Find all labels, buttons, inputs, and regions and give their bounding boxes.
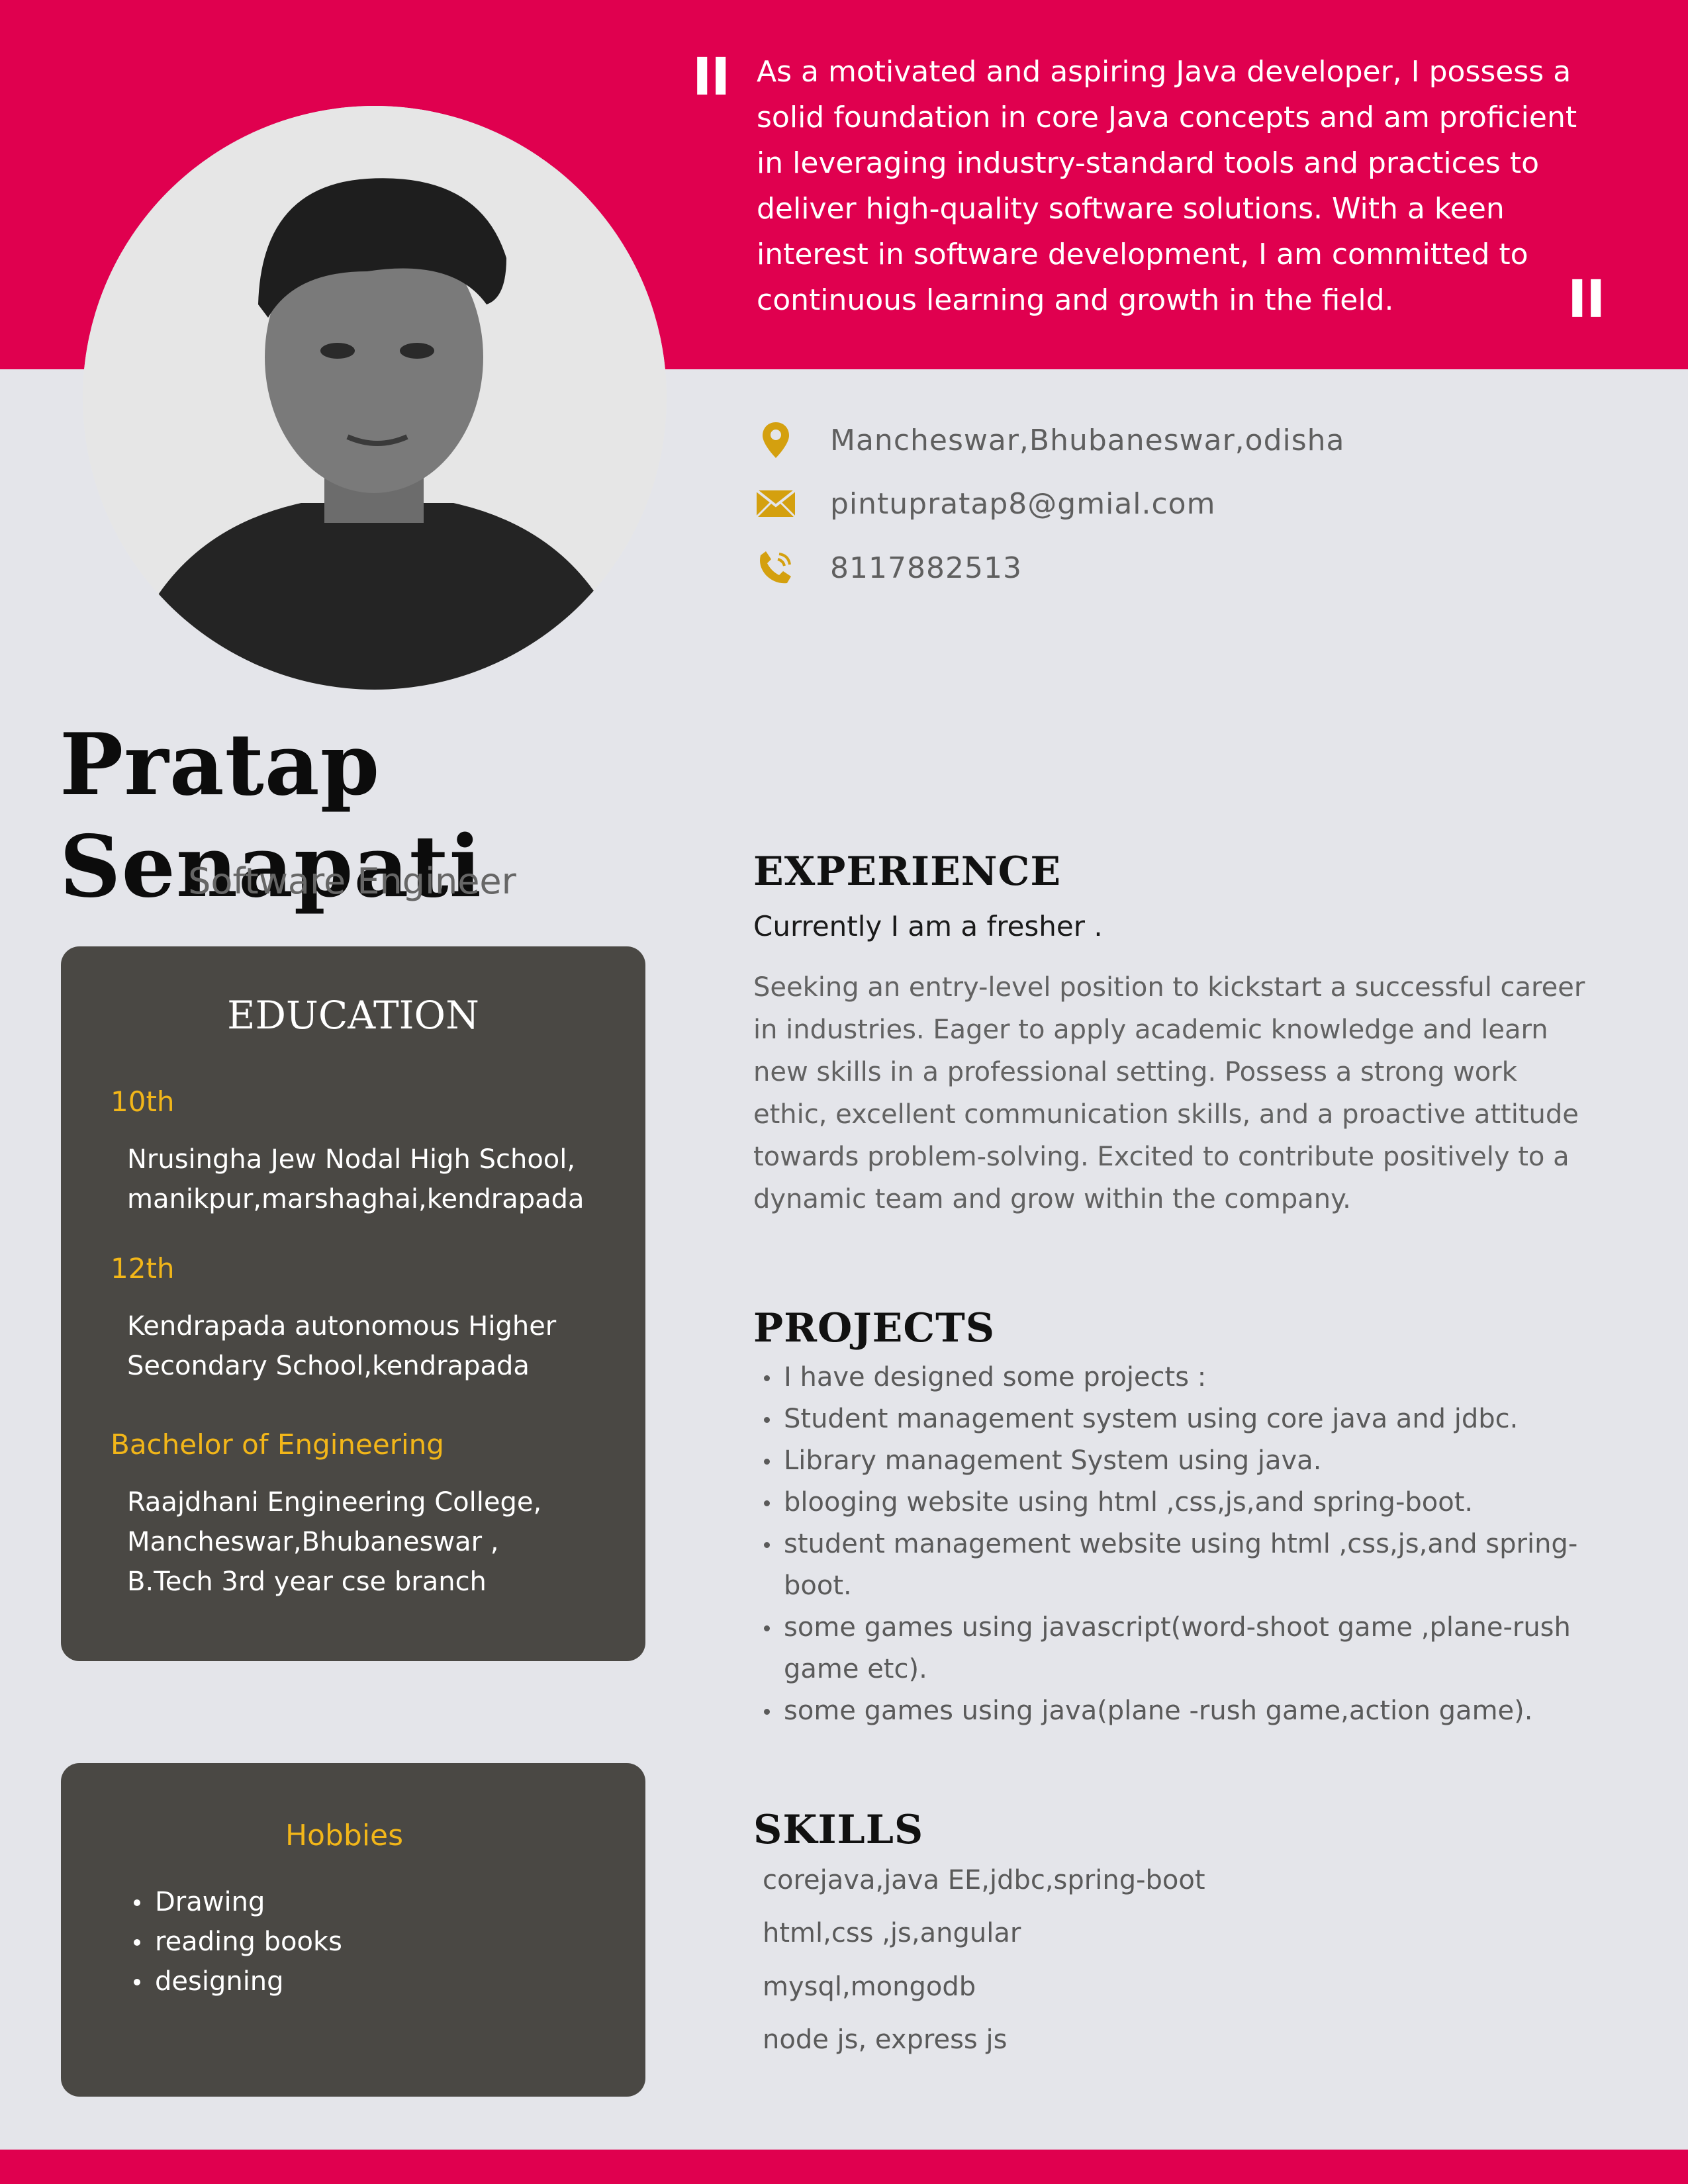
- education-line: manikpur,marshaghai,kendrapada: [127, 1184, 585, 1214]
- projects-title: PROJECTS: [753, 1305, 996, 1351]
- list-item: blooging website using html ,css,js,and …: [761, 1482, 1589, 1524]
- phone-icon: [755, 547, 797, 589]
- education-school: Nrusingha Jew Nodal High School, manikpu…: [127, 1140, 630, 1219]
- list-item: Student management system using core jav…: [761, 1398, 1589, 1440]
- experience-body: Seeking an entry-level position to kicks…: [753, 972, 1585, 1214]
- map-pin-icon: [755, 419, 797, 461]
- skill-item: corejava,java EE,jdbc,spring-boot: [763, 1865, 1205, 1895]
- list-item: student management website using html ,c…: [761, 1524, 1589, 1607]
- education-line: Secondary School,kendrapada: [127, 1351, 530, 1381]
- profile-photo: [83, 106, 667, 690]
- projects-list: I have designed some projects : Student …: [761, 1357, 1589, 1732]
- education-title: EDUCATION: [227, 993, 479, 1038]
- close-quote-icon: ": [1564, 251, 1609, 414]
- open-quote-icon: ": [688, 29, 734, 191]
- skill-item: node js, express js: [763, 2025, 1008, 2055]
- skills-title: SKILLS: [753, 1807, 924, 1853]
- job-title: Software Engineer: [188, 860, 516, 902]
- list-item: some games using javascript(word-shoot g…: [761, 1607, 1589, 1690]
- contact-email: pintupratap8@gmial.com: [755, 480, 1215, 527]
- experience-title: EXPERIENCE: [753, 848, 1062, 895]
- contact-phone: 8117882513: [755, 545, 1022, 591]
- education-line: Mancheswar,Bhubaneswar ,: [127, 1527, 499, 1557]
- list-item: designing: [134, 1962, 342, 2001]
- address-text: Mancheswar,Bhubaneswar,odisha: [830, 423, 1345, 457]
- skill-item: mysql,mongodb: [763, 1972, 976, 2002]
- education-line: Raajdhani Engineering College,: [127, 1487, 542, 1518]
- hobbies-title: Hobbies: [285, 1819, 404, 1852]
- footer-band: [0, 2150, 1688, 2184]
- list-item: Drawing: [134, 1882, 342, 1922]
- skill-item: html,css ,js,angular: [763, 1918, 1021, 1948]
- contact-address: Mancheswar,Bhubaneswar,odisha: [755, 417, 1345, 463]
- education-line: Kendrapada autonomous Higher: [127, 1311, 557, 1342]
- education-line: Nrusingha Jew Nodal High School,: [127, 1144, 576, 1175]
- experience-subtitle: Currently I am a fresher .: [753, 910, 1103, 942]
- list-item: I have designed some projects :: [761, 1357, 1589, 1398]
- list-item: Library management System using java.: [761, 1440, 1589, 1482]
- hobbies-card: Hobbies Drawing reading books designing: [61, 1763, 645, 2097]
- education-level: Bachelor of Engineering: [111, 1428, 444, 1461]
- envelope-icon: [755, 482, 797, 525]
- hobbies-list: Drawing reading books designing: [134, 1882, 342, 2001]
- phone-text: 8117882513: [830, 551, 1022, 585]
- summary-text: As a motivated and aspiring Java develop…: [757, 55, 1577, 317]
- email-link[interactable]: pintupratap8@gmial.com: [830, 487, 1215, 521]
- education-level: 12th: [111, 1252, 175, 1285]
- education-school: Raajdhani Engineering College, Mancheswa…: [127, 1482, 630, 1602]
- list-item: some games using java(plane -rush game,a…: [761, 1690, 1589, 1732]
- education-card: EDUCATION 10th Nrusingha Jew Nodal High …: [61, 946, 645, 1661]
- education-school: Kendrapada autonomous Higher Secondary S…: [127, 1306, 630, 1386]
- list-item: reading books: [134, 1922, 342, 1962]
- education-level: 10th: [111, 1085, 175, 1118]
- education-line: B.Tech 3rd year cse branch: [127, 1567, 487, 1597]
